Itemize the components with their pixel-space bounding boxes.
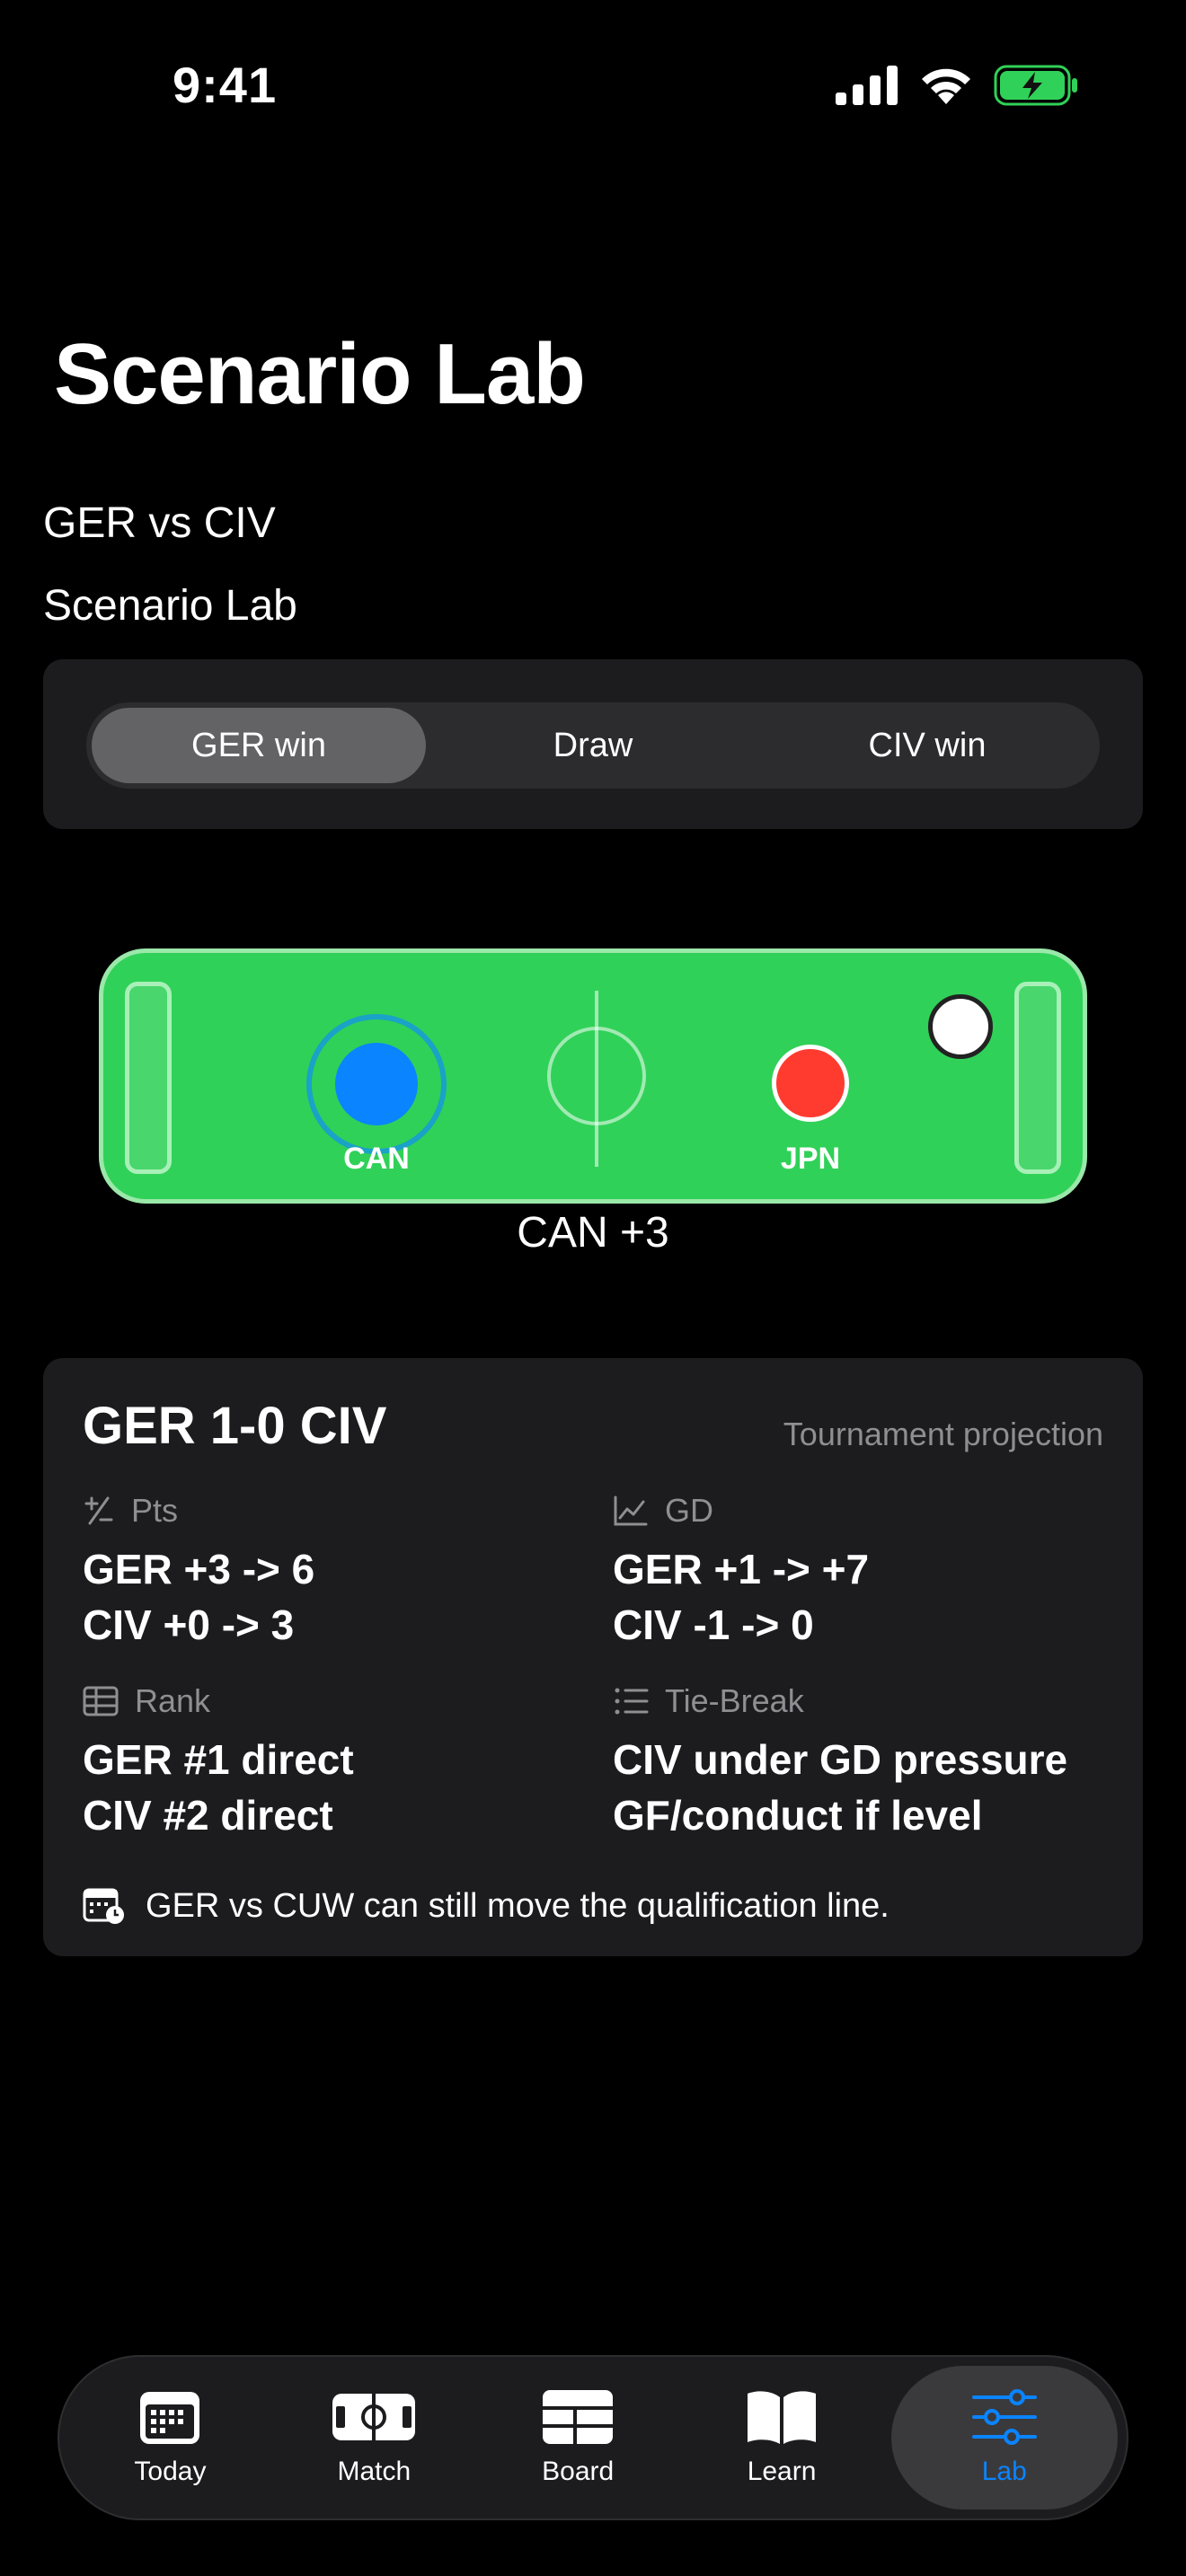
points-cell: Pts GER +3 -> 6 CIV +0 -> 3 bbox=[83, 1489, 314, 1653]
cellular-signal-icon bbox=[836, 66, 898, 105]
projection-note: GER vs CUW can still move the qualificat… bbox=[83, 1886, 890, 1926]
tab-learn-label: Learn bbox=[747, 2457, 817, 2486]
points-label: Pts bbox=[131, 1492, 179, 1529]
pitch-caption: CAN +3 bbox=[517, 1209, 669, 1257]
plus-minus-icon bbox=[84, 1496, 113, 1525]
goal-box-left bbox=[125, 982, 172, 1174]
goal-difference-cell: GD GER +1 -> +7 CIV -1 -> 0 bbox=[613, 1489, 869, 1653]
tie-break-cell: Tie-Break CIV under GD pressure GF/condu… bbox=[613, 1680, 1067, 1843]
segment-civ-win[interactable]: CIV win bbox=[760, 708, 1094, 783]
tie-break-line-1: CIV under GD pressure bbox=[613, 1736, 1068, 1783]
center-circle bbox=[547, 1027, 646, 1125]
status-icons bbox=[836, 65, 1078, 106]
wifi-icon bbox=[922, 68, 970, 104]
table-icon bbox=[83, 1686, 119, 1716]
projection-score: GER 1-0 CIV bbox=[83, 1397, 387, 1455]
tab-learn[interactable]: Learn bbox=[680, 2366, 884, 2510]
status-time: 9:41 bbox=[173, 57, 278, 113]
tab-bar: Today Match Board Learn Lab bbox=[58, 2355, 1128, 2520]
outcome-segmented-control: GER win Draw CIV win bbox=[86, 702, 1100, 789]
calendar-clock-icon bbox=[83, 1888, 124, 1924]
segment-ger-win[interactable]: GER win bbox=[92, 708, 426, 783]
pitch-icon bbox=[332, 2394, 416, 2440]
gd-line-civ: CIV -1 -> 0 bbox=[613, 1601, 814, 1648]
rank-line-civ: CIV #2 direct bbox=[83, 1792, 333, 1839]
team-can-marker[interactable] bbox=[335, 1043, 418, 1125]
tab-today-label: Today bbox=[134, 2457, 207, 2486]
rank-line-ger: GER #1 direct bbox=[83, 1736, 354, 1783]
tab-board[interactable]: Board bbox=[476, 2366, 680, 2510]
pitch: CAN JPN bbox=[99, 948, 1087, 1204]
chart-line-icon bbox=[614, 1495, 648, 1526]
tab-lab[interactable]: Lab bbox=[890, 2366, 1119, 2510]
board-icon bbox=[543, 2390, 614, 2444]
projection-tag: Tournament projection bbox=[783, 1416, 1103, 1452]
goal-box-right bbox=[1014, 982, 1061, 1174]
team-jpn-label: JPN bbox=[780, 1142, 841, 1176]
rank-label: Rank bbox=[135, 1682, 211, 1719]
projection-card: GER 1-0 CIV Tournament projection Pts GE… bbox=[43, 1358, 1143, 1956]
points-line-civ: CIV +0 -> 3 bbox=[83, 1601, 295, 1648]
ball-icon bbox=[928, 994, 993, 1059]
rank-cell: Rank GER #1 direct CIV #2 direct bbox=[83, 1680, 354, 1843]
team-jpn-marker[interactable] bbox=[772, 1045, 849, 1122]
tab-match[interactable]: Match bbox=[272, 2366, 476, 2510]
section-title: Scenario Lab bbox=[43, 582, 297, 630]
pitch-visual: CAN JPN bbox=[99, 948, 1087, 1204]
projection-note-text: GER vs CUW can still move the qualificat… bbox=[146, 1886, 890, 1925]
scenario-picker-card: GER win Draw CIV win bbox=[43, 659, 1143, 829]
page-title: Scenario Lab bbox=[54, 326, 586, 422]
status-bar: 9:41 bbox=[0, 0, 1186, 171]
segment-draw[interactable]: Draw bbox=[426, 708, 760, 783]
team-can-label: CAN bbox=[343, 1142, 410, 1176]
tab-today[interactable]: Today bbox=[68, 2366, 272, 2510]
sliders-icon bbox=[971, 2389, 1037, 2445]
battery-charging-icon bbox=[994, 65, 1077, 106]
tab-lab-label: Lab bbox=[981, 2457, 1027, 2486]
book-icon bbox=[748, 2391, 817, 2444]
calendar-icon bbox=[140, 2392, 200, 2444]
tab-match-label: Match bbox=[337, 2457, 412, 2486]
gd-label: GD bbox=[665, 1492, 713, 1529]
tie-break-label: Tie-Break bbox=[665, 1682, 804, 1719]
match-title: GER vs CIV bbox=[43, 499, 276, 547]
points-line-ger: GER +3 -> 6 bbox=[83, 1546, 315, 1592]
tie-break-line-2: GF/conduct if level bbox=[613, 1792, 983, 1839]
list-number-icon bbox=[615, 1688, 649, 1715]
tab-board-label: Board bbox=[542, 2457, 615, 2486]
gd-line-ger: GER +1 -> +7 bbox=[613, 1546, 870, 1592]
